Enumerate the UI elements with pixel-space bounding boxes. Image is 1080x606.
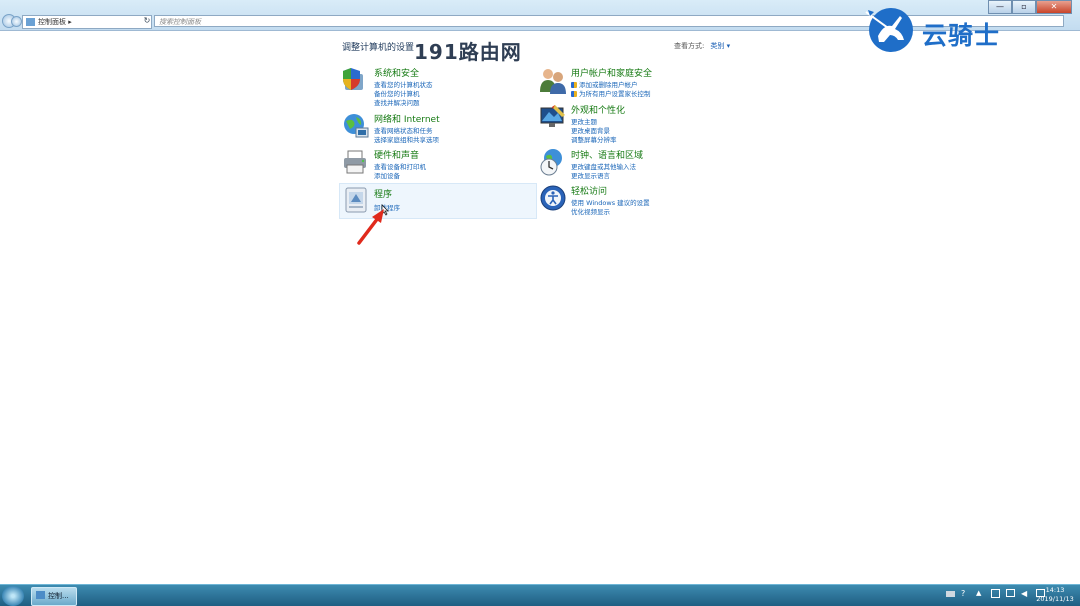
breadcrumb[interactable]: 控制面板	[38, 18, 66, 26]
brand-logo: 云骑士	[862, 2, 1052, 58]
brand-text: 云骑士	[922, 21, 1001, 50]
start-button[interactable]	[2, 586, 24, 606]
category-appearance: 外观和个性化 更改主题 更改桌面背景 调整屏幕分辨率	[537, 103, 733, 144]
category-network-internet: 网络和 Internet 查看网络状态和任务 选择家庭组和共享选项	[340, 112, 536, 146]
clock-date: 2019/11/13	[1036, 595, 1074, 603]
category-title[interactable]: 外观和个性化	[571, 103, 625, 116]
shield-icon[interactable]	[342, 66, 370, 94]
control-panel-icon	[36, 591, 45, 599]
annotation-arrow-icon	[357, 209, 384, 245]
refresh-button[interactable]: ↻	[142, 15, 152, 27]
category-ease-of-access: 轻松访问 使用 Windows 建议的设置 优化视频显示	[537, 184, 733, 218]
knight-logo-icon	[865, 8, 913, 52]
category-system-security: 系统和安全 查看您的计算机状态 备份您的计算机 查找并解决问题	[340, 66, 536, 107]
link[interactable]: 为所有用户设置家长控制	[571, 88, 651, 98]
printer-icon[interactable]	[342, 148, 370, 176]
address-field[interactable]: 控制面板 ▸	[22, 15, 152, 29]
network-icon[interactable]	[1006, 589, 1015, 597]
link[interactable]: 优化视频显示	[571, 206, 610, 216]
link[interactable]: 更改显示语言	[571, 170, 610, 180]
link[interactable]: 选择家庭组和共享选项	[374, 134, 439, 144]
category-title[interactable]: 网络和 Internet	[374, 112, 440, 125]
category-title[interactable]: 轻松访问	[571, 184, 607, 197]
up-arrow-icon[interactable]: ▲	[976, 589, 985, 598]
forward-button[interactable]	[11, 16, 22, 27]
category-title[interactable]: 时钟、语言和区域	[571, 148, 643, 161]
category-clock-language-region: 时钟、语言和区域 更改键盘或其他输入法 更改显示语言	[537, 148, 733, 182]
clock[interactable]: 14:13 2019/11/13	[1032, 586, 1078, 604]
users-icon[interactable]	[539, 66, 567, 94]
category-title[interactable]: 系统和安全	[374, 66, 419, 79]
keyboard-icon[interactable]	[946, 591, 955, 597]
link[interactable]: 查找并解决问题	[374, 97, 420, 107]
volume-icon[interactable]: ◀	[1021, 589, 1030, 598]
link[interactable]: 调整屏幕分辨率	[571, 134, 617, 144]
category-title[interactable]: 程序	[374, 187, 392, 200]
help-icon[interactable]: ?	[961, 589, 970, 598]
page-title: 调整计算机的设置	[342, 43, 415, 53]
category-user-accounts: 用户帐户和家庭安全 添加或删除用户帐户 为所有用户设置家长控制	[537, 66, 733, 100]
monitor-paint-icon[interactable]	[539, 103, 567, 131]
clock-time: 14:13	[1045, 586, 1065, 594]
view-by-dropdown[interactable]: 类别 ▾	[710, 42, 730, 50]
system-tray: ? ▲ ◀	[946, 589, 1045, 598]
accessibility-icon[interactable]	[539, 184, 567, 212]
taskbar: 控制... ? ▲ ◀ 14:13 2019/11/13	[0, 584, 1080, 606]
clock-globe-icon[interactable]	[539, 148, 567, 176]
taskbar-item-control-panel[interactable]: 控制...	[31, 587, 77, 606]
chevron-right-icon[interactable]: ▸	[66, 18, 72, 26]
taskbar-item-label: 控制...	[48, 592, 69, 600]
category-title[interactable]: 用户帐户和家庭安全	[571, 66, 652, 79]
view-by-label: 查看方式:	[674, 42, 705, 50]
control-panel-icon	[26, 18, 35, 26]
category-hardware-sound: 硬件和声音 查看设备和打印机 添加设备	[340, 148, 536, 182]
uac-shield-icon	[571, 91, 577, 97]
flag-icon[interactable]	[991, 589, 1000, 598]
globe-network-icon[interactable]	[342, 112, 370, 140]
view-by: 查看方式: 类别 ▾	[674, 41, 730, 51]
watermark-191: 191路由网	[414, 40, 522, 64]
category-title[interactable]: 硬件和声音	[374, 148, 419, 161]
link[interactable]: 添加设备	[374, 170, 400, 180]
